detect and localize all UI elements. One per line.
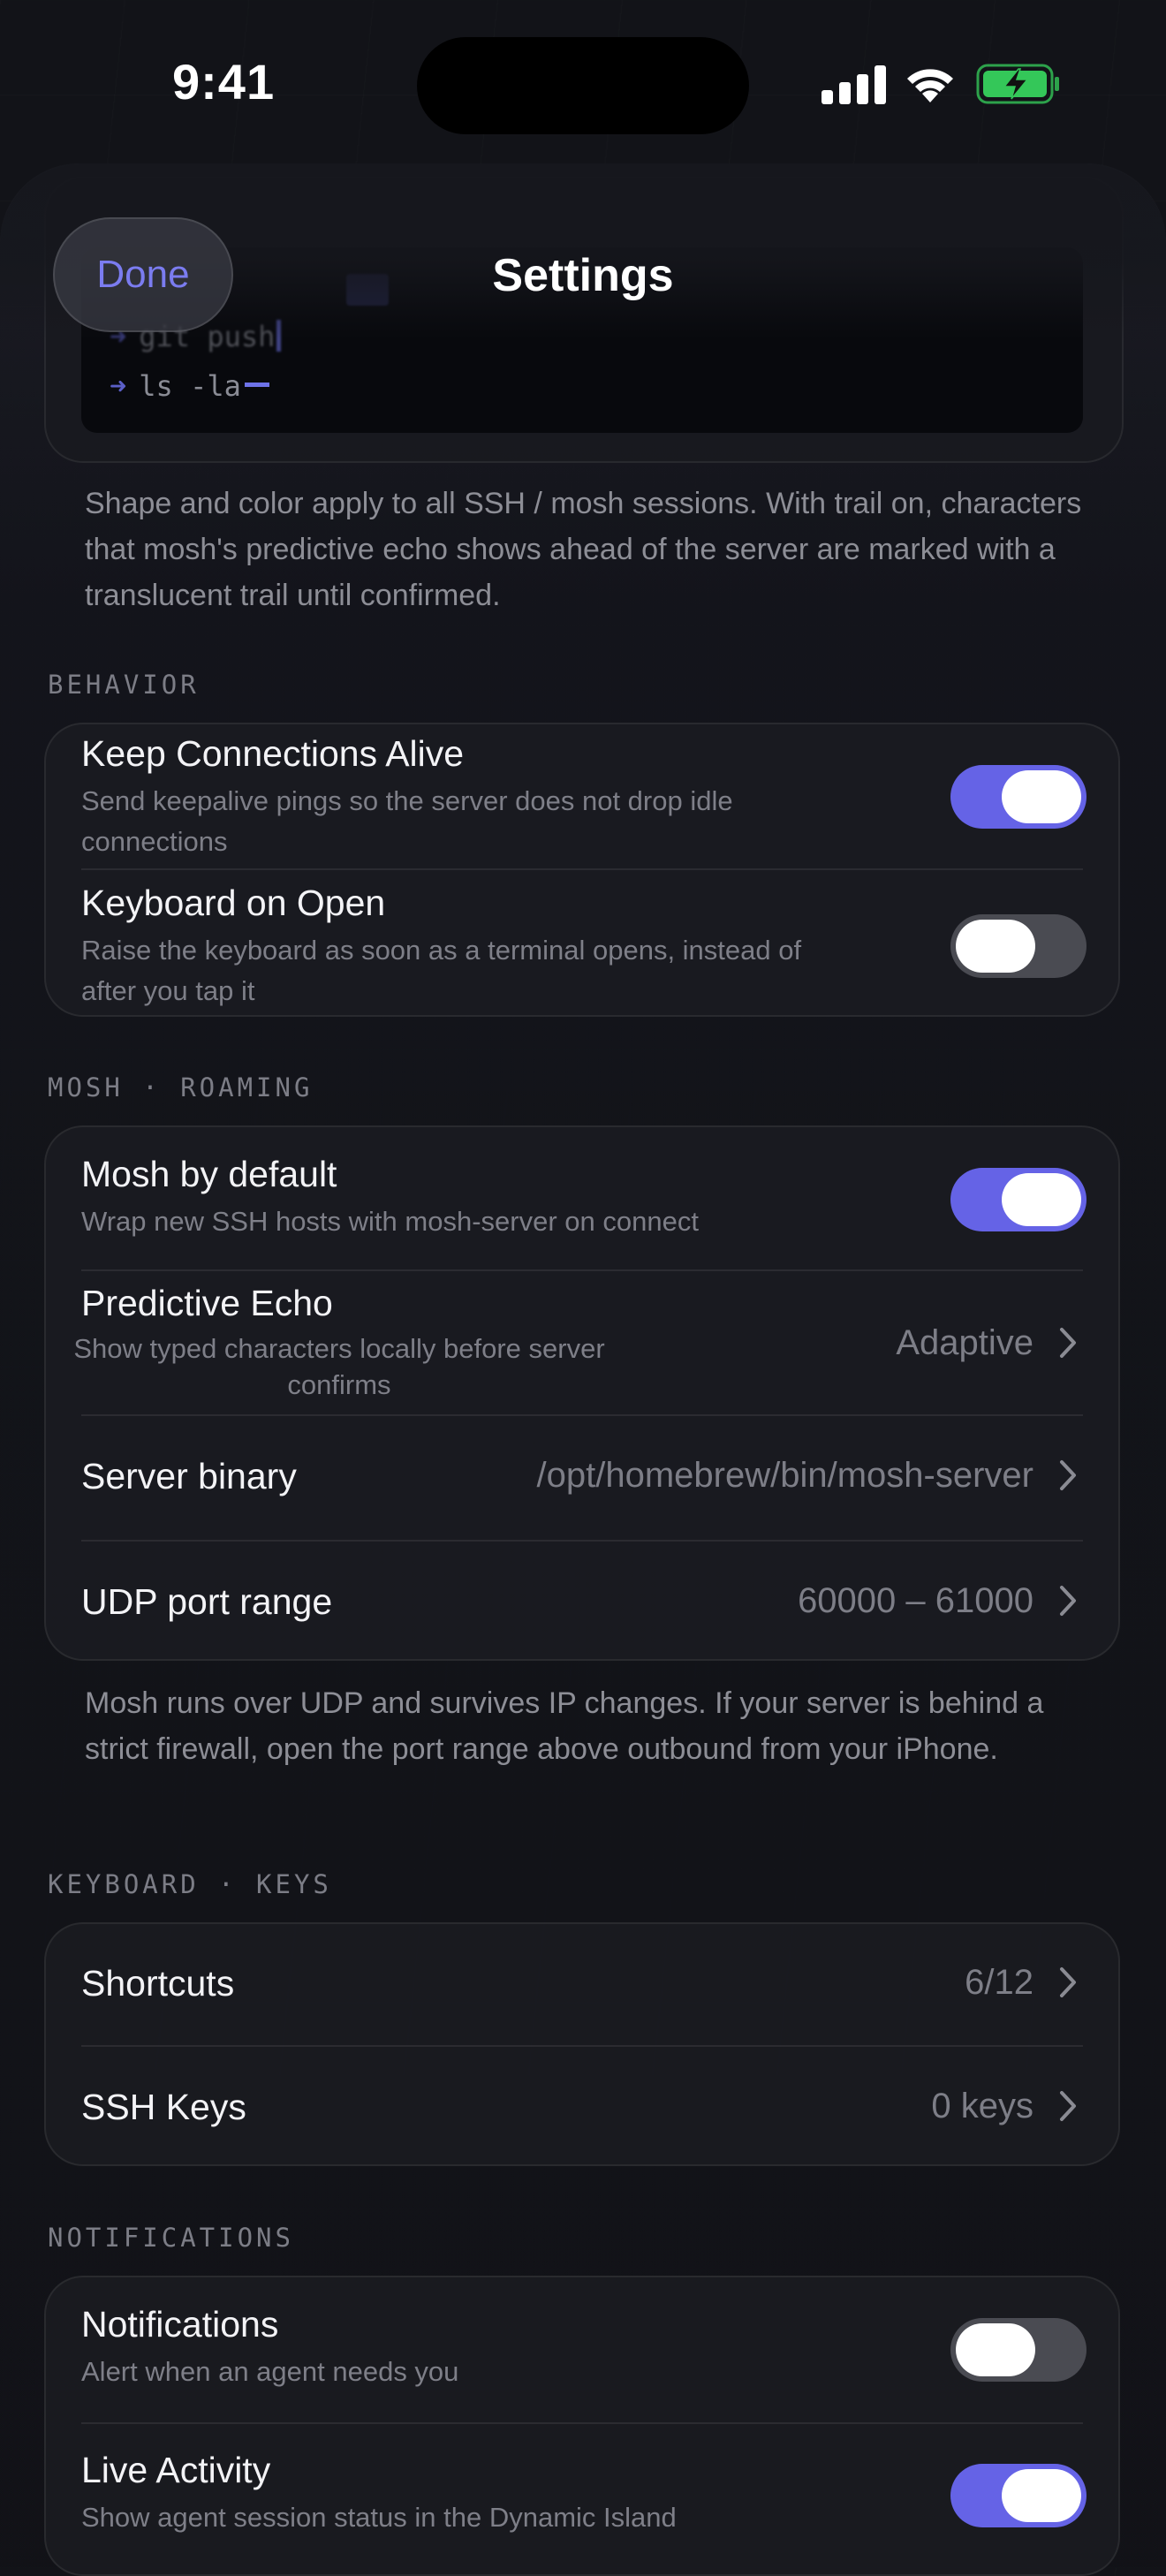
keep-alive-subtitle: Send keepalive pings so the server does … [81, 785, 733, 857]
live-activity-subtitle: Show agent session status in the Dynamic… [81, 2502, 677, 2533]
toggle-knob [1002, 1173, 1081, 1226]
mosh-default-row[interactable]: Mosh by default Wrap new SSH hosts with … [46, 1127, 1118, 1270]
notifications-toggle[interactable] [950, 2318, 1086, 2382]
battery-charging-icon [976, 64, 1059, 104]
chevron-right-icon [1060, 1328, 1076, 1358]
chevron-right-icon [1060, 1460, 1076, 1490]
page-title: Settings [492, 250, 674, 301]
keep-alive-row[interactable]: Keep Connections Alive Send keepalive pi… [46, 724, 1118, 870]
udp-port-range-row[interactable]: UDP port range 60000 – 61000 [46, 1541, 1118, 1661]
section-header-behavior: BEHAVIOR [48, 670, 200, 700]
toggle-knob [956, 920, 1035, 973]
shortcuts-value: 6/12 [965, 1963, 1034, 2002]
keyboard-on-open-row[interactable]: Keyboard on Open Raise the keyboard as s… [46, 870, 1118, 1017]
behavior-group: Keep Connections Alive Send keepalive pi… [44, 723, 1120, 1017]
mosh-footer-text: Mosh runs over UDP and survives IP chang… [85, 1686, 1044, 1766]
server-binary-row[interactable]: Server binary /opt/homebrew/bin/mosh-ser… [46, 1415, 1118, 1540]
toggle-knob [956, 2323, 1035, 2376]
notifications-title: Notifications [81, 2304, 279, 2345]
shortcuts-title: Shortcuts [81, 1963, 235, 2004]
mosh-group: Mosh by default Wrap new SSH hosts with … [44, 1125, 1120, 1661]
udp-port-range-value: 60000 – 61000 [798, 1581, 1034, 1620]
server-binary-title: Server binary [81, 1456, 297, 1496]
keyboard-keys-group: Shortcuts 6/12 SSH Keys 0 keys [44, 1922, 1120, 2166]
section-header-notifications: NOTIFICATIONS [48, 2223, 294, 2253]
chevron-right-icon [1060, 1586, 1076, 1616]
keep-alive-title: Keep Connections Alive [81, 733, 465, 774]
prompt-arrow: ➜ [110, 369, 127, 403]
status-time: 9:41 [172, 54, 276, 110]
udp-port-range-title: UDP port range [81, 1581, 333, 1622]
dynamic-island [417, 37, 749, 134]
chevron-right-icon [1060, 2091, 1076, 2121]
notifications-subtitle: Alert when an agent needs you [81, 2356, 459, 2387]
wifi-icon [907, 69, 953, 102]
shortcuts-row[interactable]: Shortcuts 6/12 [46, 1924, 1118, 2045]
keyboard-on-open-title: Keyboard on Open [81, 883, 386, 923]
live-activity-title: Live Activity [81, 2450, 271, 2490]
section-header-keyboard-keys: KEYBOARD · KEYS [48, 1869, 332, 1899]
mosh-default-toggle[interactable] [950, 1168, 1086, 1231]
live-activity-row[interactable]: Live Activity Show agent session status … [46, 2423, 1118, 2573]
predictive-echo-subtitle: Show typed characters locally before ser… [73, 1333, 605, 1400]
ssh-keys-row[interactable]: SSH Keys 0 keys [46, 2046, 1118, 2166]
live-activity-toggle[interactable] [950, 2464, 1086, 2527]
predictive-echo-title: Predictive Echo [81, 1283, 333, 1323]
server-binary-value: /opt/homebrew/bin/mosh-server [536, 1456, 1034, 1495]
underline-cursor-sample [244, 383, 269, 387]
mosh-default-title: Mosh by default [81, 1154, 337, 1194]
section-header-mosh: MOSH · ROAMING [48, 1072, 314, 1102]
status-bar: 9:41 [0, 0, 1166, 168]
predictive-echo-row[interactable]: Predictive Echo Show typed characters lo… [46, 1270, 1118, 1415]
keyboard-on-open-subtitle: Raise the keyboard as soon as a terminal… [81, 935, 802, 1006]
keyboard-on-open-toggle[interactable] [950, 914, 1086, 978]
signal-icon [822, 65, 886, 104]
terminal-command: ls -la [139, 369, 241, 403]
mosh-default-subtitle: Wrap new SSH hosts with mosh-server on c… [81, 1206, 699, 1237]
ssh-keys-value: 0 keys [931, 2087, 1034, 2125]
keep-alive-toggle[interactable] [950, 765, 1086, 829]
ssh-keys-title: SSH Keys [81, 2087, 246, 2127]
notifications-group: Notifications Alert when an agent needs … [44, 2276, 1120, 2576]
chevron-right-icon [1060, 1967, 1076, 1997]
predictive-echo-value: Adaptive [896, 1323, 1034, 1362]
toggle-knob [1002, 2469, 1081, 2522]
cursor-footer-text: Shape and color apply to all SSH / mosh … [85, 487, 1082, 612]
terminal-line: ➜ ls -la [110, 369, 269, 403]
notifications-row[interactable]: Notifications Alert when an agent needs … [46, 2277, 1118, 2423]
toggle-knob [1002, 770, 1081, 823]
